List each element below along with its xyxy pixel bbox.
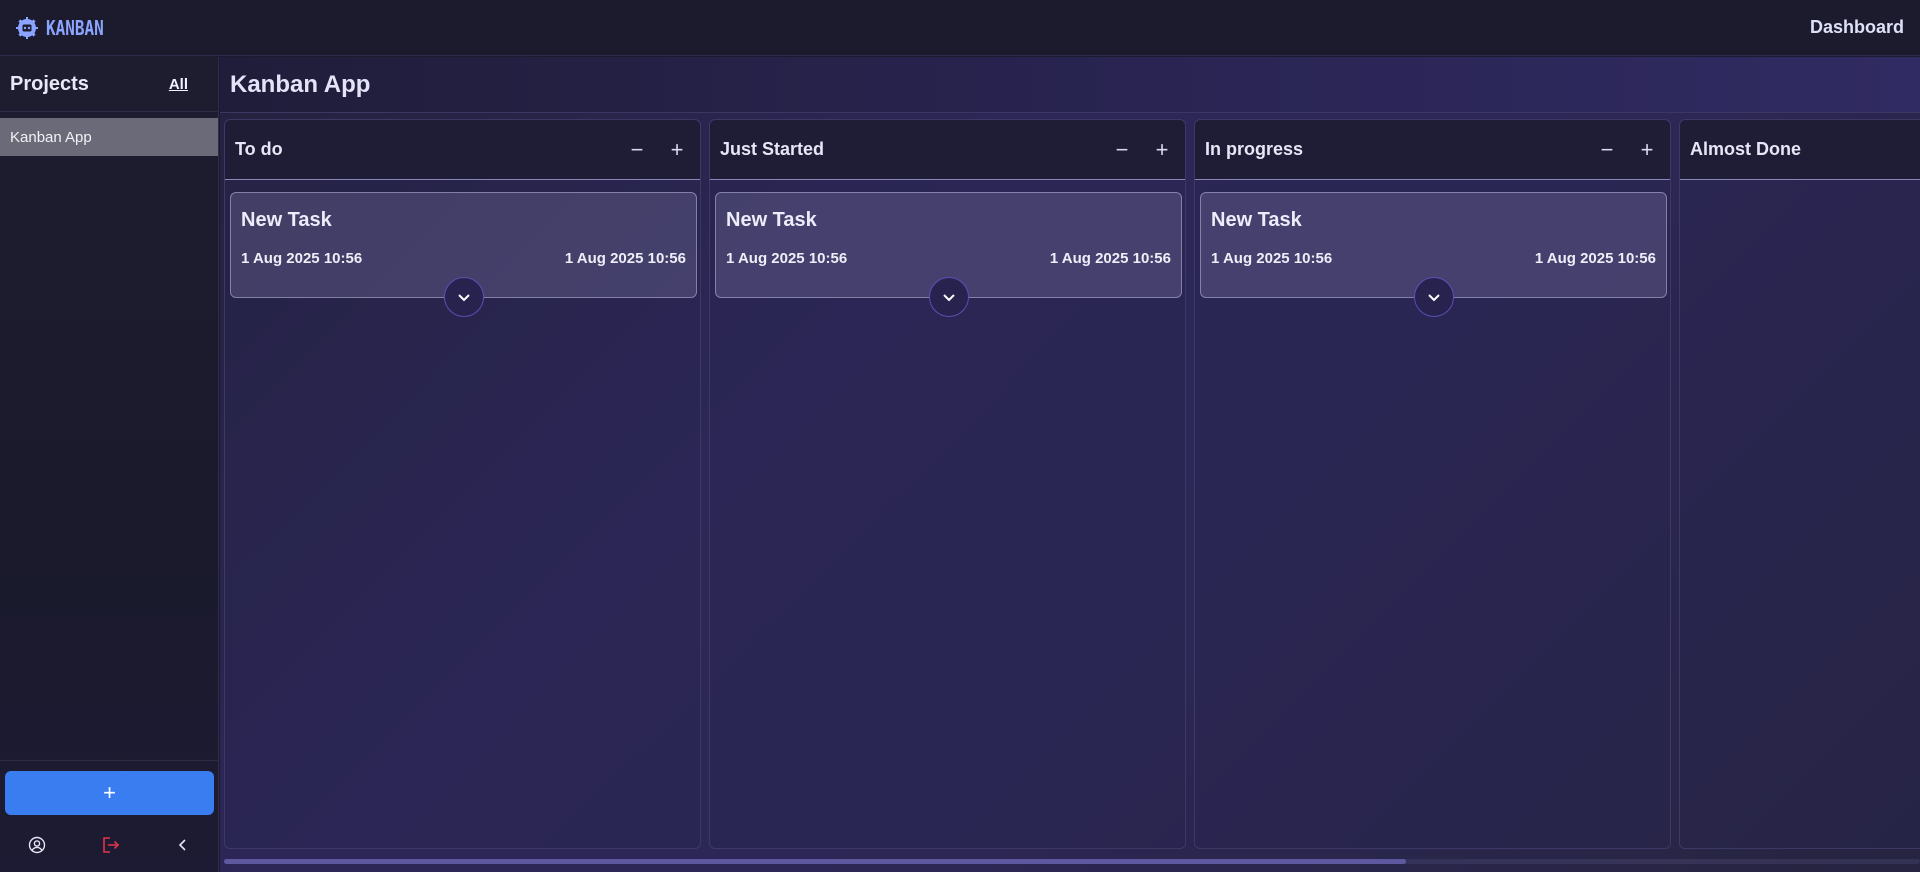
task-title: New Task <box>726 209 817 231</box>
column-just-started: Just Started − + New Task 1 Aug 2025 10:… <box>709 119 1186 849</box>
task-created-date: 1 Aug 2025 10:56 <box>241 250 363 267</box>
board-header: Kanban App <box>220 57 1920 113</box>
add-project-button[interactable]: + <box>5 771 214 815</box>
column-header: Just Started − + <box>710 120 1185 180</box>
column-almost-done: Almost Done <box>1679 119 1920 849</box>
task-dates: 1 Aug 2025 10:56 1 Aug 2025 10:56 <box>726 250 1171 267</box>
task-card[interactable]: New Task 1 Aug 2025 10:56 1 Aug 2025 10:… <box>230 192 697 317</box>
task-updated-date: 1 Aug 2025 10:56 <box>1534 250 1656 267</box>
chevron-down-icon <box>942 294 955 302</box>
task-updated-date: 1 Aug 2025 10:56 <box>564 250 686 267</box>
all-projects-link[interactable]: All <box>169 76 188 93</box>
chevron-down-icon <box>457 294 470 302</box>
column-actions: − + <box>1109 137 1175 163</box>
task-created-date: 1 Aug 2025 10:56 <box>726 250 848 267</box>
column-actions: − + <box>624 137 690 163</box>
add-task-button[interactable]: + <box>664 137 690 163</box>
app-logo[interactable]: KANBAN <box>16 16 118 40</box>
task-updated-date: 1 Aug 2025 10:56 <box>1049 250 1171 267</box>
logo-text: KANBAN <box>46 15 104 40</box>
column-title: Just Started <box>720 139 825 159</box>
task-title: New Task <box>241 209 332 231</box>
collapse-column-button[interactable]: − <box>624 137 650 163</box>
expand-task-button[interactable] <box>443 277 484 317</box>
task-card[interactable]: New Task 1 Aug 2025 10:56 1 Aug 2025 10:… <box>715 192 1182 317</box>
column-actions: − + <box>1594 137 1660 163</box>
sidebar-header: Projects All <box>0 57 218 112</box>
expand-task-button[interactable] <box>1413 277 1454 317</box>
expand-task-button[interactable] <box>928 277 969 317</box>
collapse-column-button[interactable]: − <box>1594 137 1620 163</box>
column-title: In progress <box>1205 139 1304 159</box>
nav-dashboard-link[interactable]: Dashboard <box>1810 17 1904 38</box>
horizontal-scrollbar[interactable] <box>224 859 1920 864</box>
column-header: Almost Done <box>1680 120 1920 180</box>
sidebar-footer: + <box>0 760 219 872</box>
task-created-date: 1 Aug 2025 10:56 <box>1211 250 1333 267</box>
sidebar: Projects All Kanban App + <box>0 57 219 872</box>
column-header: To do − + <box>225 120 700 180</box>
column-in-progress: In progress − + New Task 1 Aug 2025 10:5… <box>1194 119 1671 849</box>
collapse-chevron-icon[interactable] <box>171 833 195 857</box>
task-card[interactable]: New Task 1 Aug 2025 10:56 1 Aug 2025 10:… <box>1200 192 1667 317</box>
logout-icon[interactable] <box>98 833 122 857</box>
board-title: Kanban App <box>230 70 371 98</box>
board-columns: To do − + New Task 1 Aug 2025 10:56 1 Au… <box>224 119 1920 849</box>
collapse-column-button[interactable]: − <box>1109 137 1135 163</box>
board-main: Kanban App To do − + New Task 1 Aug 2025… <box>220 57 1920 872</box>
task-title: New Task <box>1211 209 1302 231</box>
column-title: To do <box>235 139 283 159</box>
sidebar-footer-icons <box>0 827 219 863</box>
user-icon[interactable] <box>25 833 49 857</box>
add-task-button[interactable]: + <box>1149 137 1175 163</box>
task-dates: 1 Aug 2025 10:56 1 Aug 2025 10:56 <box>1211 250 1656 267</box>
top-bar: KANBAN Dashboard <box>0 0 1920 56</box>
chevron-down-icon <box>1427 294 1440 302</box>
sidebar-title: Projects <box>10 72 89 95</box>
add-task-button[interactable]: + <box>1634 137 1660 163</box>
column-to-do: To do − + New Task 1 Aug 2025 10:56 1 Au… <box>224 119 701 849</box>
gear-robot-icon <box>16 16 38 39</box>
scrollbar-thumb[interactable] <box>224 859 1406 864</box>
column-title: Almost Done <box>1690 139 1802 159</box>
task-dates: 1 Aug 2025 10:56 1 Aug 2025 10:56 <box>241 250 686 267</box>
sidebar-item-kanban-app[interactable]: Kanban App <box>0 118 218 156</box>
column-header: In progress − + <box>1195 120 1670 180</box>
